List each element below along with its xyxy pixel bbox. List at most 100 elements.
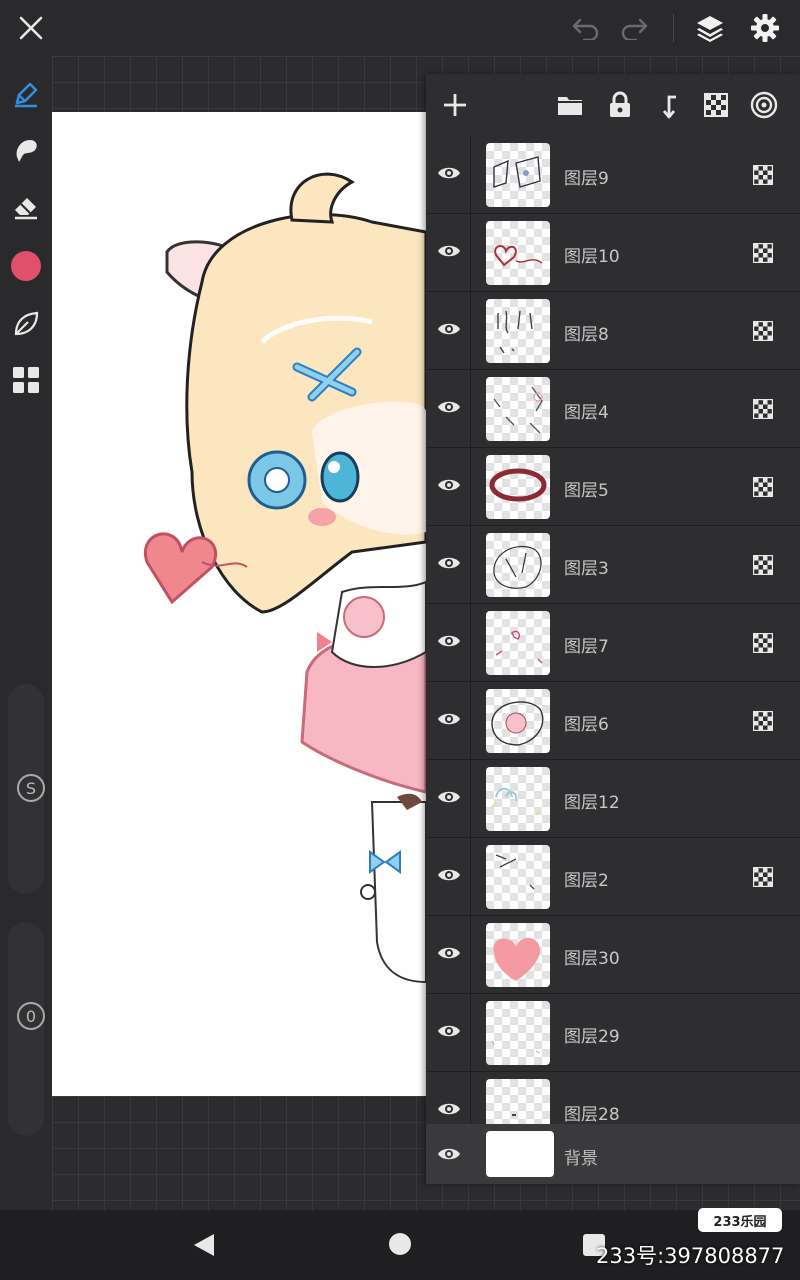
color-swatch[interactable]: [6, 246, 46, 286]
close-icon[interactable]: [13, 10, 49, 46]
layer-list[interactable]: 图层9 图层10 图层8 图层4 图层5 图层3 图层7 图层6 图层12 图层2 图层30 图层29…: [426, 136, 800, 1184]
grid-icon[interactable]: [6, 360, 46, 400]
drawing-canvas[interactable]: [52, 112, 426, 1096]
gear-icon[interactable]: [747, 10, 783, 46]
opacity-slider-knob[interactable]: 0: [17, 1002, 45, 1030]
background-thumbnail: [486, 1131, 554, 1177]
eye-icon[interactable]: [434, 548, 464, 578]
eraser-icon[interactable]: [6, 186, 46, 226]
layer-name: 图层7: [564, 637, 609, 657]
size-slider-knob[interactable]: S: [17, 774, 45, 802]
layer-name: 图层10: [564, 247, 620, 267]
layer-name: 图层6: [564, 715, 609, 735]
layer-panel-toolbar: [426, 74, 800, 136]
layer-thumbnail: [486, 767, 550, 831]
eye-icon[interactable]: [434, 1016, 464, 1046]
alpha-lock-icon[interactable]: [752, 164, 774, 186]
alpha-lock-icon[interactable]: [752, 476, 774, 498]
smudge-icon[interactable]: [6, 130, 46, 170]
layer-name: 图层28: [564, 1105, 620, 1125]
layer-row[interactable]: 图层12: [426, 760, 800, 838]
background-layer-name: 背景: [564, 1149, 598, 1169]
watermark-logo: 233乐园: [698, 1208, 782, 1232]
leaf-icon[interactable]: [6, 304, 46, 344]
layer-name: 图层3: [564, 559, 609, 579]
row-divider: [470, 838, 471, 916]
layer-name: 图层30: [564, 949, 620, 969]
layers-icon[interactable]: [692, 10, 728, 46]
lock-icon[interactable]: [603, 88, 637, 122]
row-divider: [470, 526, 471, 604]
alpha-lock-icon[interactable]: [752, 554, 774, 576]
row-divider: [470, 136, 471, 214]
alpha-lock-icon[interactable]: [752, 242, 774, 264]
eye-icon[interactable]: [434, 704, 464, 734]
layer-thumbnail: [486, 377, 550, 441]
home-icon[interactable]: [389, 1233, 411, 1255]
layer-row[interactable]: 图层8: [426, 292, 800, 370]
layer-name: 图层8: [564, 325, 609, 345]
eye-icon[interactable]: [434, 314, 464, 344]
layer-row[interactable]: 图层6: [426, 682, 800, 760]
layer-row[interactable]: 图层7: [426, 604, 800, 682]
eye-icon[interactable]: [434, 782, 464, 812]
row-divider: [470, 292, 471, 370]
eye-icon[interactable]: [434, 470, 464, 500]
alpha-lock-icon[interactable]: [699, 88, 733, 122]
layer-panel: 图层9 图层10 图层8 图层4 图层5 图层3 图层7 图层6 图层12 图层2 图层30 图层29…: [426, 74, 800, 1184]
watermark-id: 233号:397808877: [596, 1244, 785, 1268]
layer-row[interactable]: 图层3: [426, 526, 800, 604]
layer-row[interactable]: 图层5: [426, 448, 800, 526]
opacity-slider[interactable]: 0: [8, 922, 45, 1136]
row-divider: [470, 916, 471, 994]
eye-icon[interactable]: [434, 938, 464, 968]
left-toolbar: S 0: [0, 56, 52, 1210]
eye-icon[interactable]: [434, 158, 464, 188]
layer-row[interactable]: 图层2: [426, 838, 800, 916]
brush-size-slider[interactable]: S: [8, 684, 45, 894]
layer-row[interactable]: 图层29: [426, 994, 800, 1072]
alpha-lock-icon[interactable]: [752, 398, 774, 420]
alpha-lock-icon[interactable]: [752, 866, 774, 888]
layer-name: 图层4: [564, 403, 609, 423]
eye-icon[interactable]: [434, 860, 464, 890]
undo-icon[interactable]: [568, 10, 604, 46]
row-divider: [470, 604, 471, 682]
layer-name: 图层29: [564, 1027, 620, 1047]
layer-name: 图层2: [564, 871, 609, 891]
alpha-lock-icon[interactable]: [752, 710, 774, 732]
layer-thumbnail: [486, 455, 550, 519]
row-divider: [470, 994, 471, 1072]
eye-icon[interactable]: [434, 236, 464, 266]
artwork: [143, 172, 426, 984]
alpha-lock-icon[interactable]: [752, 320, 774, 342]
layer-thumbnail: [486, 299, 550, 363]
layer-thumbnail: [486, 845, 550, 909]
folder-icon[interactable]: [553, 88, 587, 122]
merge-down-icon[interactable]: [651, 88, 685, 122]
layer-name: 图层9: [564, 169, 609, 189]
eye-icon[interactable]: [434, 1139, 464, 1169]
eye-icon[interactable]: [434, 626, 464, 656]
layer-name: 图层12: [564, 793, 620, 813]
layer-thumbnail: [486, 143, 550, 207]
layer-row[interactable]: 图层10: [426, 214, 800, 292]
toolbar-divider: [673, 14, 674, 42]
background-layer-row[interactable]: 背景: [426, 1124, 800, 1184]
row-divider: [470, 214, 471, 292]
eye-icon[interactable]: [434, 392, 464, 422]
top-toolbar: [0, 0, 800, 56]
layer-name: 图层5: [564, 481, 609, 501]
add-layer-icon[interactable]: [438, 88, 472, 122]
layer-thumbnail: [486, 611, 550, 675]
layer-thumbnail: [486, 1001, 550, 1065]
layer-row[interactable]: 图层9: [426, 136, 800, 214]
alpha-lock-icon[interactable]: [752, 632, 774, 654]
pen-icon[interactable]: [6, 74, 46, 114]
layer-row[interactable]: 图层4: [426, 370, 800, 448]
target-icon[interactable]: [747, 88, 781, 122]
back-icon[interactable]: [192, 1232, 216, 1262]
layer-row[interactable]: 图层30: [426, 916, 800, 994]
redo-icon[interactable]: [616, 10, 652, 46]
eye-icon[interactable]: [434, 1094, 464, 1124]
